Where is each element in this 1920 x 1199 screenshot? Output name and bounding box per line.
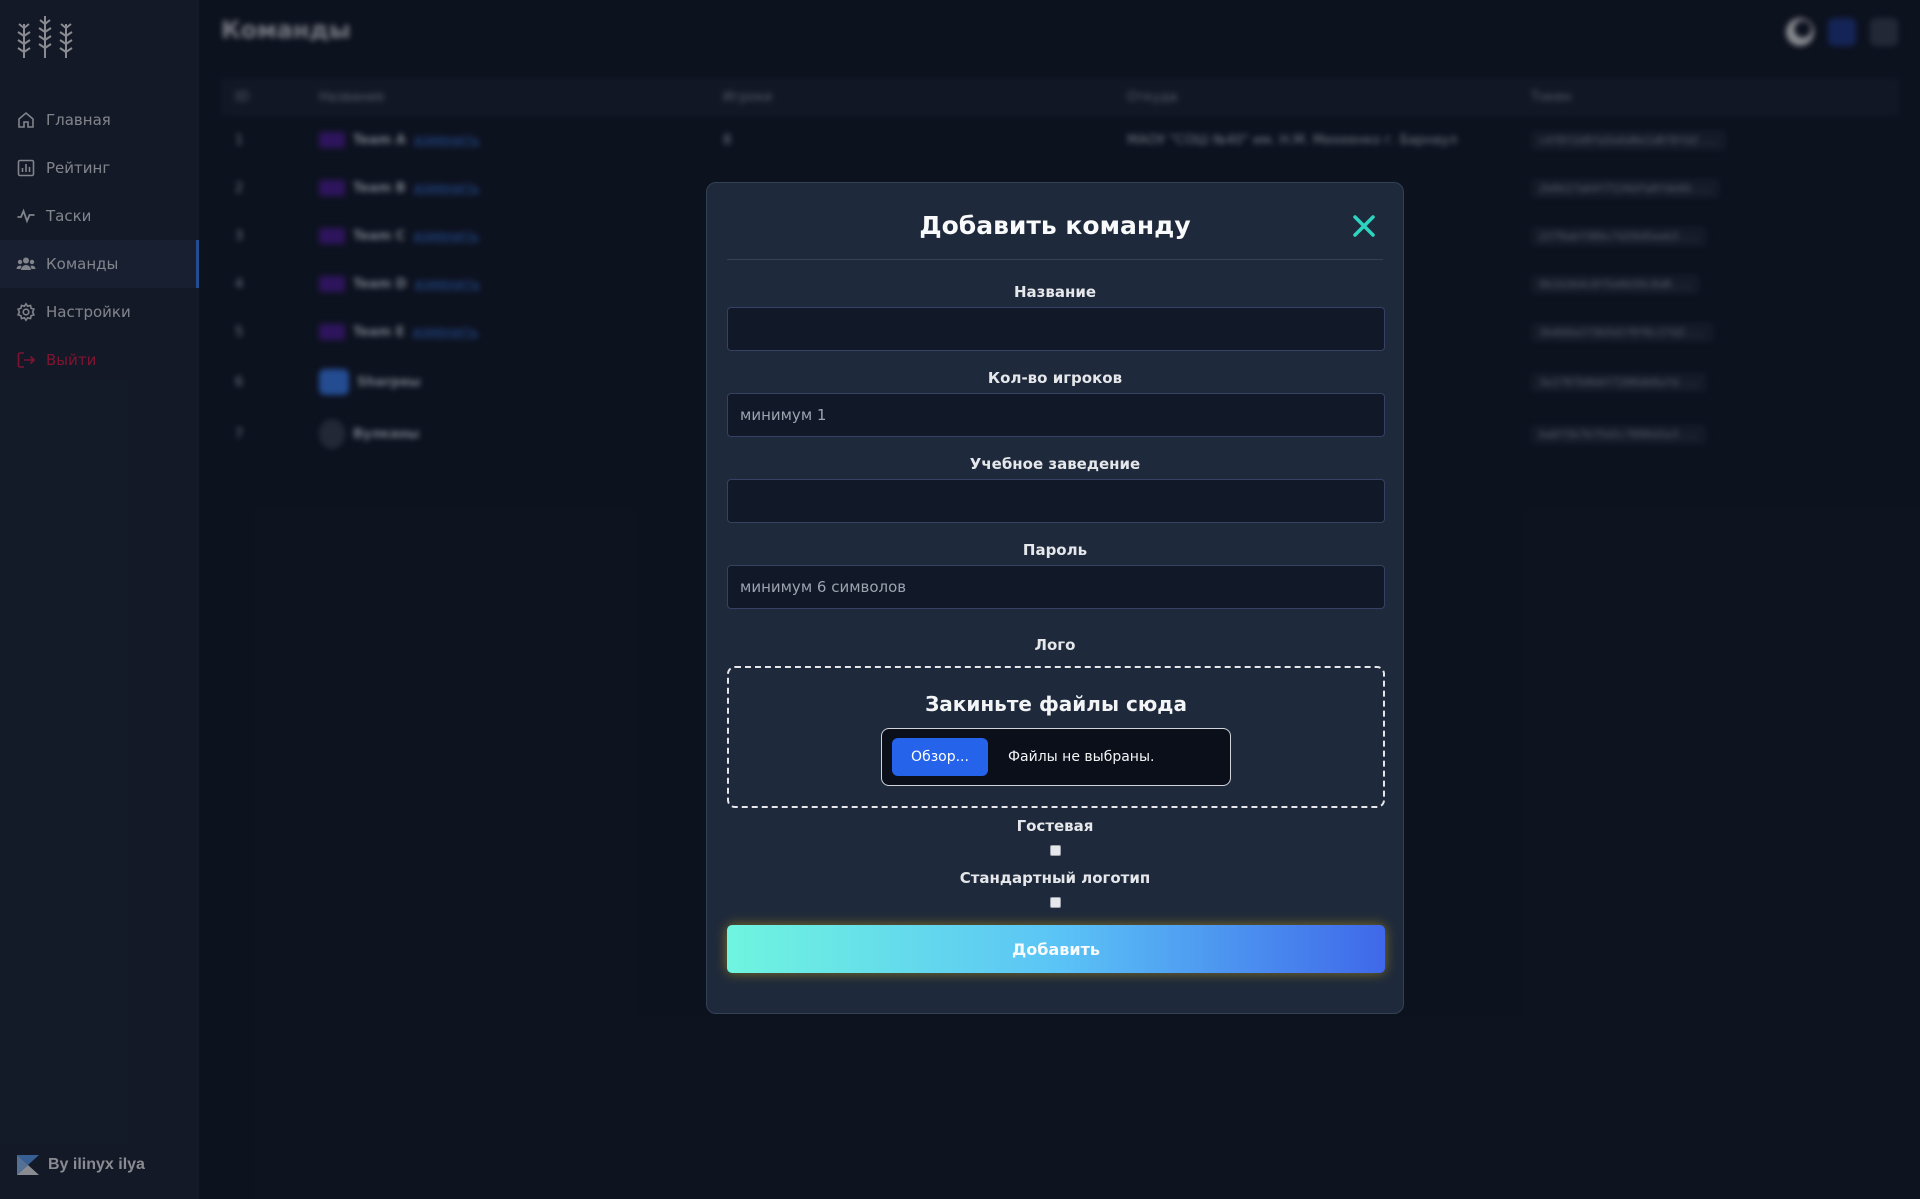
name-input[interactable]: [727, 307, 1385, 351]
guest-label: Гостевая: [1016, 817, 1094, 835]
add-button[interactable]: Добавить: [727, 925, 1385, 973]
guest-checkbox[interactable]: [1050, 845, 1061, 856]
file-input[interactable]: Обзор... Файлы не выбраны.: [881, 728, 1231, 786]
default-logo-checkbox[interactable]: [1050, 897, 1061, 908]
players-input[interactable]: [727, 393, 1385, 437]
password-label: Пароль: [1022, 541, 1088, 559]
school-input[interactable]: [727, 479, 1385, 523]
password-input[interactable]: [727, 565, 1385, 609]
school-label: Учебное заведение: [969, 455, 1141, 473]
close-icon[interactable]: [1351, 213, 1377, 239]
add-team-modal: Добавить команду Название Кол-во игроков…: [706, 182, 1404, 1014]
default-logo-label: Стандартный логотип: [959, 869, 1151, 887]
file-dropzone[interactable]: Закиньте файлы сюда Обзор... Файлы не вы…: [727, 666, 1385, 808]
modal-divider: [727, 259, 1383, 260]
logo-label: Лого: [1034, 636, 1076, 654]
dropzone-title: Закиньте файлы сюда: [925, 692, 1187, 716]
name-label: Название: [1013, 283, 1097, 301]
players-label: Кол-во игроков: [987, 369, 1123, 387]
browse-button[interactable]: Обзор...: [892, 738, 988, 776]
modal-title: Добавить команду: [919, 211, 1191, 240]
file-status-text: Файлы не выбраны.: [1008, 749, 1155, 765]
